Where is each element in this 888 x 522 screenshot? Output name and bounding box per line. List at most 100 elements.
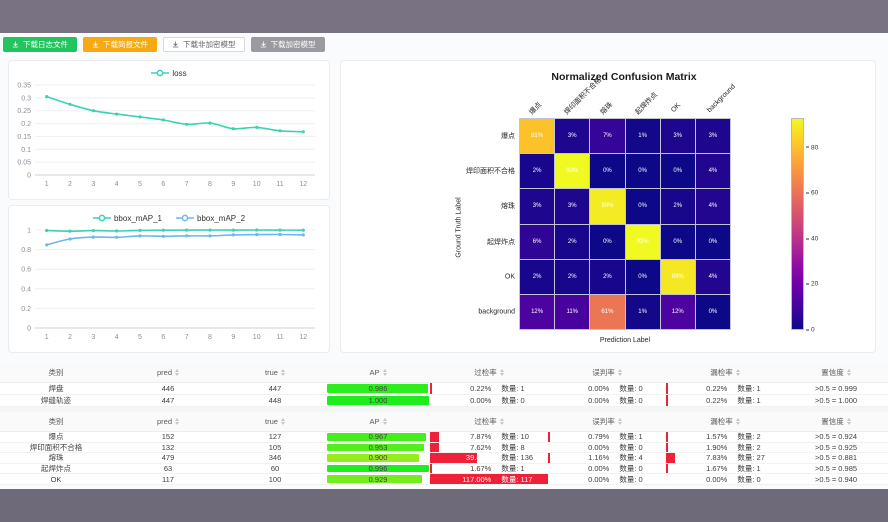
rate-percent: 117.00% (430, 475, 491, 484)
column-header-误判率[interactable]: 误判率 (548, 363, 666, 382)
rate-percent: 1.90% (666, 443, 727, 452)
column-header-label: 误判率 (592, 367, 615, 378)
column-header-类别: 类别 (0, 412, 112, 431)
ap-cell: 0.900 (326, 453, 430, 463)
column-header-true[interactable]: true (224, 363, 326, 382)
sort-carets-icon[interactable] (500, 418, 504, 425)
column-header-过检率[interactable]: 过检率 (430, 412, 548, 431)
category-cell: 焊缝轨迹 (0, 395, 112, 406)
rate-count: 数量: 0 (609, 464, 666, 474)
legend-label: loss (172, 69, 186, 78)
table-row: 熔珠4793460.90039.42%数量: 1361.16%数量: 47.83… (0, 453, 888, 464)
sort-carets-icon[interactable] (618, 418, 622, 425)
matrix-cell: 2% (590, 260, 624, 294)
loss-line-chart: 00.050.10.150.20.250.30.3512345678910111… (9, 79, 323, 191)
column-header-label: 类别 (49, 367, 64, 378)
legend-item-loss[interactable]: loss (151, 67, 186, 79)
rate-count: 数量: 136 (491, 453, 548, 463)
matrix-cell: 1% (626, 295, 660, 329)
column-header-漏检率[interactable]: 漏检率 (666, 363, 784, 382)
colorbar-tick-label: 60 (806, 190, 818, 197)
sort-carets-icon[interactable] (500, 369, 504, 376)
column-header-pred[interactable]: pred (112, 363, 224, 382)
download-toolbar: 下载日志文件 下载简报文件 下载非加密模型 下载加密模型 (3, 37, 325, 52)
column-header-pred[interactable]: pred (112, 412, 224, 431)
column-header-AP[interactable]: AP (326, 412, 430, 431)
matrix-cell: 3% (555, 119, 589, 153)
rate-percent: 0.00% (548, 475, 609, 484)
sort-carets-icon[interactable] (847, 418, 851, 425)
legend-item-bbox_mAP_2[interactable]: bbox_mAP_2 (176, 212, 245, 224)
svg-text:0.2: 0.2 (21, 306, 31, 313)
svg-text:8: 8 (208, 334, 212, 341)
ap-cell: 0.996 (326, 464, 430, 474)
svg-text:5: 5 (138, 181, 142, 188)
column-header-置信度[interactable]: 置信度 (784, 412, 888, 431)
category-cell: OK (0, 474, 112, 484)
svg-text:1: 1 (45, 181, 49, 188)
confusion-matrix-colorbar (791, 118, 804, 330)
rate-cell: 0.00%数量: 0 (548, 383, 666, 394)
bottom-window-bar (0, 489, 888, 522)
sort-carets-icon[interactable] (281, 418, 285, 425)
rate-cell: 0.79%数量: 1 (548, 432, 666, 442)
sort-carets-icon[interactable] (736, 418, 740, 425)
column-header-label: 过检率 (474, 416, 497, 427)
pred-cell: 446 (112, 383, 224, 394)
download-plain-model-button[interactable]: 下载非加密模型 (163, 37, 245, 52)
download-log-button[interactable]: 下载日志文件 (3, 37, 77, 52)
button-label: 下载日志文件 (23, 39, 68, 50)
matrix-col-label: 熔珠 (598, 100, 615, 117)
loss-chart-card: loss 00.050.10.150.20.250.30.35123456789… (8, 60, 330, 200)
sort-carets-icon[interactable] (618, 369, 622, 376)
rate-percent: 7.83% (666, 453, 727, 462)
download-report-button[interactable]: 下载简报文件 (83, 37, 157, 52)
confusion-matrix-row-labels: 爆点焊印面积不合格熔珠起焊炸点OKbackground (441, 118, 515, 330)
matrix-cell: 0% (626, 260, 660, 294)
sort-carets-icon[interactable] (736, 369, 740, 376)
svg-text:0.15: 0.15 (17, 134, 31, 141)
download-encrypted-model-button[interactable]: 下载加密模型 (251, 37, 325, 52)
column-header-AP[interactable]: AP (326, 363, 430, 382)
svg-text:0.4: 0.4 (21, 286, 31, 293)
column-header-漏检率[interactable]: 漏检率 (666, 412, 784, 431)
table-row: 焊盘4464470.9860.22%数量: 10.00%数量: 00.22%数量… (0, 383, 888, 395)
sort-carets-icon[interactable] (383, 369, 387, 376)
svg-text:1: 1 (27, 228, 31, 235)
svg-text:0.25: 0.25 (17, 108, 31, 115)
confidence-cell: >0.5 = 1.000 (784, 395, 888, 406)
button-label: 下载加密模型 (271, 39, 316, 50)
svg-text:0.3: 0.3 (21, 95, 31, 102)
svg-text:10: 10 (253, 181, 261, 188)
svg-text:0.05: 0.05 (17, 160, 31, 167)
download-icon (92, 41, 99, 48)
column-header-过检率[interactable]: 过检率 (430, 363, 548, 382)
sort-carets-icon[interactable] (175, 418, 179, 425)
rate-cell: 1.57%数量: 2 (666, 432, 784, 442)
true-cell: 100 (224, 474, 326, 484)
legend-marker-icon (151, 69, 169, 77)
column-header-true[interactable]: true (224, 412, 326, 431)
rate-count: 数量: 27 (727, 453, 784, 463)
category-cell: 爆点 (0, 432, 112, 442)
sort-carets-icon[interactable] (281, 369, 285, 376)
sort-carets-icon[interactable] (383, 418, 387, 425)
table-row: OK1171000.929117.00%数量: 1170.00%数量: 00.0… (0, 474, 888, 485)
sort-carets-icon[interactable] (175, 369, 179, 376)
confusion-matrix-grid: 81%3%7%1%3%3%2%93%0%0%0%4%3%3%90%0%2%4%6… (519, 118, 731, 330)
matrix-cell: 2% (661, 189, 695, 223)
rate-cell: 0.22%数量: 1 (666, 395, 784, 406)
button-label: 下载非加密模型 (183, 39, 236, 50)
matrix-row-label: 起焊炸点 (441, 237, 515, 247)
column-header-置信度[interactable]: 置信度 (784, 363, 888, 382)
legend-item-bbox_mAP_1[interactable]: bbox_mAP_1 (93, 212, 162, 224)
column-header-误判率[interactable]: 误判率 (548, 412, 666, 431)
rate-count: 数量: 1 (727, 383, 784, 394)
svg-text:6: 6 (161, 181, 165, 188)
true-cell: 346 (224, 453, 326, 463)
rate-percent: 1.67% (666, 464, 727, 473)
matrix-cell: 3% (520, 189, 554, 223)
table-row: 起焊炸点63600.9961.67%数量: 10.00%数量: 01.67%数量… (0, 464, 888, 475)
svg-text:0.6: 0.6 (21, 267, 31, 274)
sort-carets-icon[interactable] (847, 369, 851, 376)
